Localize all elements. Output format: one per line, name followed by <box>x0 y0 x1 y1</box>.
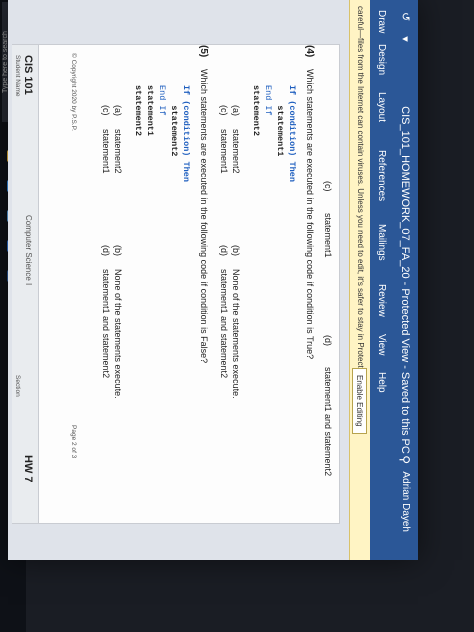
code-line: statement2 <box>133 85 143 137</box>
option-text: statement1 and statement2 <box>101 269 111 379</box>
question-text: Which statements are executed in the fol… <box>305 69 315 360</box>
option-label: (a) <box>231 105 241 116</box>
option-text: None of the statements execute. <box>113 269 123 399</box>
ribbon-tabs: Draw Design Layout References Mailings R… <box>370 0 392 560</box>
code-line: If (condition) Then <box>181 85 191 182</box>
option-label: (d) <box>323 335 333 346</box>
document-page: (c) statement1 (d) statement1 and statem… <box>12 44 340 524</box>
section-label: Section <box>14 375 21 397</box>
code-line: If (condition) Then <box>287 85 297 182</box>
option-text: statement2 <box>113 129 123 174</box>
option-label: (b) <box>113 245 123 256</box>
next-page-header: CIS 101 Computer Science I HW 7 Student … <box>12 45 39 523</box>
option-label: (c) <box>101 105 111 116</box>
code-line: statement1 <box>145 85 155 137</box>
option-text: statement1 <box>323 213 333 258</box>
search-icon[interactable]: ⚲ <box>398 455 412 464</box>
code-line: End If <box>157 85 167 116</box>
tab-mailings[interactable]: Mailings <box>376 224 387 261</box>
copyright-footer: © Copyright 2020 by P.S.P. <box>70 53 77 131</box>
title-bar: ↺ ▾ CIS_101_HOMEWORK_07_FA_20 - Protecte… <box>392 0 418 560</box>
tab-design[interactable]: Design <box>376 44 387 75</box>
option-text: None of the statements execute. <box>231 269 241 399</box>
code-line: statement1 <box>275 85 285 157</box>
course-code: CIS 101 <box>22 55 34 95</box>
option-text: statement1 and statement2 <box>323 367 333 477</box>
enable-editing-button[interactable]: Enable Editing <box>352 368 367 434</box>
tab-references[interactable]: References <box>376 150 387 201</box>
code-line: statement2 <box>251 85 261 137</box>
question-text: Which statements are executed in the fol… <box>199 69 209 364</box>
code-line: End If <box>263 85 273 116</box>
option-label: (b) <box>231 245 241 256</box>
code-line: statement2 <box>169 85 179 157</box>
tab-review[interactable]: Review <box>376 284 387 317</box>
option-label: (a) <box>113 105 123 116</box>
homework-number: HW 7 <box>22 455 34 483</box>
student-name-label: Student Name <box>14 55 21 97</box>
user-name[interactable]: Adrian Dayeh <box>400 471 411 532</box>
tab-help[interactable]: Help <box>376 372 387 393</box>
option-label: (d) <box>101 245 111 256</box>
option-label: (c) <box>323 181 333 192</box>
option-text: statement2 <box>231 129 241 174</box>
page-number: Page 2 of 3 <box>70 425 77 459</box>
option-label: (d) <box>219 245 229 256</box>
option-text: statement1 and statement2 <box>219 269 229 379</box>
protected-view-message: careful—files from the Internet can cont… <box>356 6 365 398</box>
question-number: (5) <box>198 45 209 58</box>
question-number: (4) <box>304 45 315 58</box>
option-label: (c) <box>219 105 229 116</box>
tab-view[interactable]: View <box>376 334 387 356</box>
course-subject: Computer Science I <box>24 215 33 286</box>
tab-draw[interactable]: Draw <box>376 10 387 33</box>
option-text: statement1 <box>219 129 229 174</box>
option-text: statement1 <box>101 129 111 174</box>
protected-view-bar: careful—files from the Internet can cont… <box>349 0 370 560</box>
tab-layout[interactable]: Layout <box>376 92 387 122</box>
word-window: ↺ ▾ CIS_101_HOMEWORK_07_FA_20 - Protecte… <box>8 0 418 560</box>
